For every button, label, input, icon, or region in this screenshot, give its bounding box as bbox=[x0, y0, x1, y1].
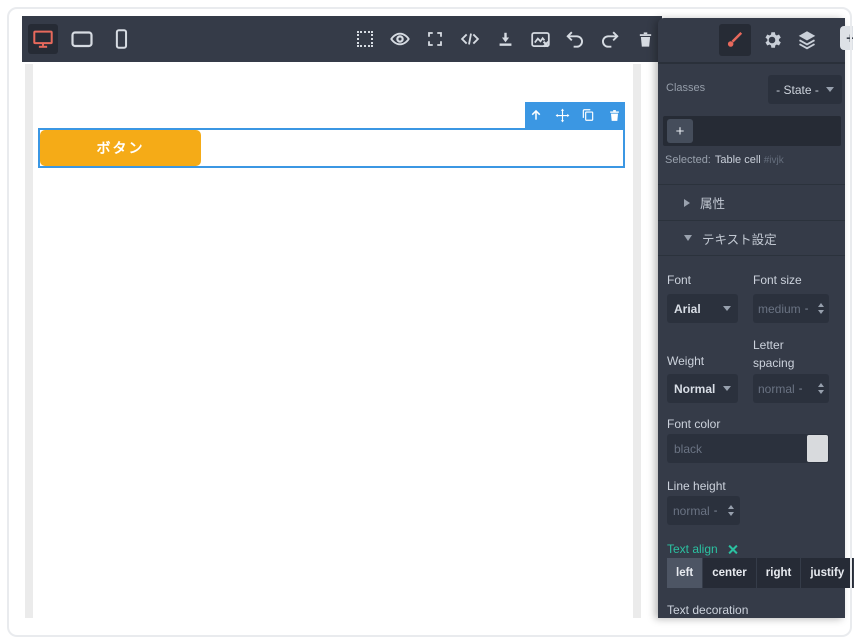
top-toolbar bbox=[22, 16, 662, 62]
weight-select[interactable]: Normal bbox=[667, 374, 738, 403]
preview-eye-icon[interactable] bbox=[389, 28, 411, 50]
align-left-button[interactable]: left bbox=[667, 558, 704, 588]
font-color-label: Font color bbox=[667, 417, 721, 431]
select-parent-arrow-up-icon[interactable] bbox=[529, 108, 544, 123]
toggle-borders-icon[interactable] bbox=[354, 28, 376, 50]
font-select[interactable]: Arial bbox=[667, 294, 738, 323]
undo-icon[interactable] bbox=[564, 28, 586, 50]
line-height-unit: - bbox=[713, 504, 718, 517]
chevron-down-icon bbox=[825, 87, 834, 92]
section-attributes[interactable]: 属性 bbox=[658, 184, 845, 220]
font-color-input[interactable] bbox=[667, 434, 805, 463]
align-center-button[interactable]: center bbox=[703, 558, 757, 588]
copy-icon[interactable] bbox=[581, 108, 596, 123]
classes-input[interactable]: + bbox=[663, 116, 841, 146]
trash-icon[interactable] bbox=[634, 28, 656, 50]
delete-trash-icon[interactable] bbox=[607, 108, 622, 123]
device-switcher bbox=[28, 24, 136, 54]
chevron-right-icon bbox=[684, 198, 690, 207]
font-label: Font bbox=[667, 273, 692, 287]
chevron-down-icon bbox=[723, 386, 731, 391]
device-tablet-button[interactable] bbox=[67, 24, 97, 54]
selected-table-cell[interactable]: ボタン bbox=[38, 128, 625, 168]
text-align-row: Text align bbox=[667, 542, 738, 556]
state-selector[interactable]: - State - bbox=[768, 75, 842, 104]
redo-icon[interactable] bbox=[599, 28, 621, 50]
style-manager-brush-icon[interactable] bbox=[719, 24, 751, 56]
letter-spacing-unit: - bbox=[798, 382, 803, 395]
weight-value: Normal bbox=[674, 381, 716, 396]
weight-label: Weight bbox=[667, 354, 705, 368]
text-align-label: Text align bbox=[667, 542, 718, 556]
style-manager-panel: Classes - State - + Selected: Table cell #… bbox=[658, 18, 855, 618]
open-blocks-plus-icon[interactable]: + bbox=[840, 26, 853, 50]
panel-tab-bar bbox=[658, 18, 845, 64]
canvas-right-gutter bbox=[633, 64, 641, 618]
stepper-arrows-icon[interactable] bbox=[814, 303, 824, 314]
layers-icon[interactable] bbox=[793, 26, 821, 54]
device-mobile-button[interactable] bbox=[106, 24, 136, 54]
font-size-label: Font size bbox=[753, 273, 802, 287]
canvas-left-gutter bbox=[25, 64, 33, 618]
font-size-value: medium bbox=[758, 301, 801, 316]
line-height-value: normal bbox=[673, 503, 710, 518]
letter-spacing-label: Letter spacing bbox=[753, 338, 795, 370]
text-decoration-label: Text decoration bbox=[667, 603, 749, 617]
stepper-arrows-icon[interactable] bbox=[814, 383, 824, 394]
clear-value-x-icon[interactable] bbox=[727, 544, 738, 555]
selected-prefix: Selected: bbox=[665, 154, 711, 166]
section-text-settings[interactable]: テキスト設定 bbox=[658, 220, 845, 256]
selected-element-name: Table cell bbox=[714, 154, 761, 166]
font-value: Arial bbox=[674, 301, 701, 316]
clear-canvas-image-icon[interactable] bbox=[529, 28, 551, 50]
move-icon[interactable] bbox=[555, 108, 570, 123]
line-height-stepper[interactable]: normal - bbox=[667, 496, 740, 525]
code-icon[interactable] bbox=[459, 28, 481, 50]
font-color-field bbox=[667, 434, 829, 463]
font-size-stepper[interactable]: medium - bbox=[753, 294, 829, 323]
section-text-settings-label: テキスト設定 bbox=[702, 232, 777, 247]
canvas-button[interactable]: ボタン bbox=[40, 130, 201, 166]
stepper-arrows-icon[interactable] bbox=[724, 505, 734, 516]
selected-element-line: Selected: Table cell #ivjk bbox=[665, 154, 784, 166]
color-swatch[interactable] bbox=[807, 435, 828, 462]
classes-label: Classes bbox=[666, 82, 706, 94]
letter-spacing-value: normal bbox=[758, 381, 795, 396]
settings-gear-icon[interactable] bbox=[758, 26, 786, 54]
chevron-down-icon bbox=[684, 235, 692, 241]
state-value: - State - bbox=[776, 82, 819, 97]
line-height-label: Line height bbox=[667, 479, 726, 493]
toolbar-actions bbox=[354, 28, 662, 50]
device-desktop-button[interactable] bbox=[28, 24, 58, 54]
chevron-down-icon bbox=[723, 306, 731, 311]
section-attributes-label: 属性 bbox=[700, 197, 726, 211]
selection-toolbar bbox=[525, 102, 625, 128]
letter-spacing-stepper[interactable]: normal - bbox=[753, 374, 829, 403]
align-justify-button[interactable]: justify bbox=[801, 558, 855, 588]
import-download-icon[interactable] bbox=[494, 28, 516, 50]
align-right-button[interactable]: right bbox=[756, 558, 802, 588]
text-align-group: left center right justify bbox=[667, 558, 855, 588]
font-size-unit: - bbox=[804, 302, 809, 315]
selected-element-id: #ivjk bbox=[763, 155, 784, 166]
fullscreen-icon[interactable] bbox=[424, 28, 446, 50]
add-class-button[interactable]: + bbox=[667, 119, 693, 143]
